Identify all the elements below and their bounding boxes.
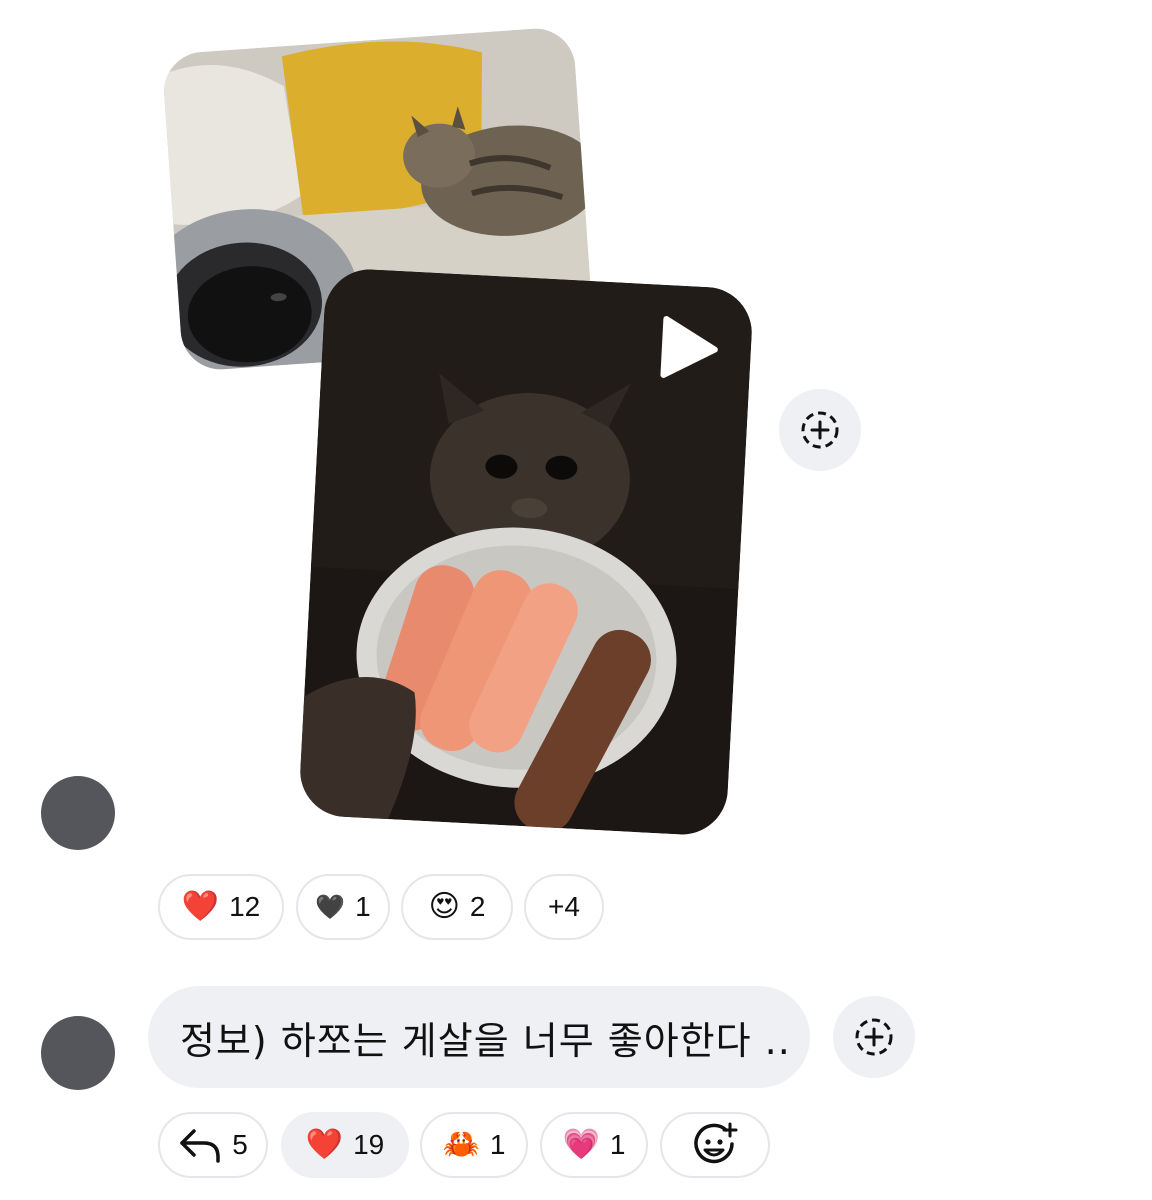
reaction-count: 1 (489, 1129, 506, 1160)
reaction-chip-heart[interactable]: ❤️ 12 (158, 874, 284, 940)
crab-emoji: 🦀 (442, 1127, 480, 1162)
reaction-count: 12 (229, 891, 261, 922)
add-reaction-button[interactable] (779, 389, 861, 471)
heart-eyes-emoji: 😍 (428, 889, 460, 924)
reaction-chip-more[interactable]: +4 (524, 874, 604, 940)
avatar[interactable] (41, 1016, 115, 1090)
play-icon[interactable] (657, 315, 720, 382)
reaction-chip-heart-eyes[interactable]: 😍 2 (401, 874, 513, 940)
add-emoji-icon (694, 1122, 738, 1164)
reaction-count: 1 (355, 891, 371, 922)
add-emoji-chip[interactable] (660, 1112, 770, 1178)
add-circle-dashed-icon (855, 1018, 893, 1056)
reply-count-chip[interactable]: 5 (158, 1112, 268, 1178)
reaction-count: 1 (609, 1129, 626, 1160)
reply-arrow-icon (180, 1129, 220, 1163)
pink-heart-emoji: 💗 (562, 1127, 600, 1162)
reaction-count: 19 (353, 1129, 385, 1160)
message-text: 정보) 하쪼는 게살을 너무 좋아한다 .. (180, 1018, 791, 1063)
reply-count: 5 (232, 1129, 248, 1160)
black-heart-emoji: 🖤 (315, 893, 346, 921)
reaction-count: 2 (469, 891, 486, 922)
heart-emoji: ❤️ (305, 1127, 344, 1162)
avatar[interactable] (41, 776, 115, 850)
add-reaction-button[interactable] (833, 996, 915, 1078)
more-reactions-count: +4 (548, 891, 580, 922)
reaction-chip-heart[interactable]: ❤️ 19 (281, 1112, 409, 1178)
reaction-chip-black-heart[interactable]: 🖤 1 (296, 874, 390, 940)
reaction-chip-pink-heart[interactable]: 💗 1 (540, 1112, 648, 1178)
reaction-chip-crab[interactable]: 🦀 1 (420, 1112, 528, 1178)
add-circle-dashed-icon (801, 411, 839, 449)
video-cat-with-crab[interactable] (297, 267, 755, 837)
message-bubble[interactable]: 정보) 하쪼는 게살을 너무 좋아한다 .. (148, 986, 810, 1088)
heart-emoji: ❤️ (181, 889, 220, 924)
